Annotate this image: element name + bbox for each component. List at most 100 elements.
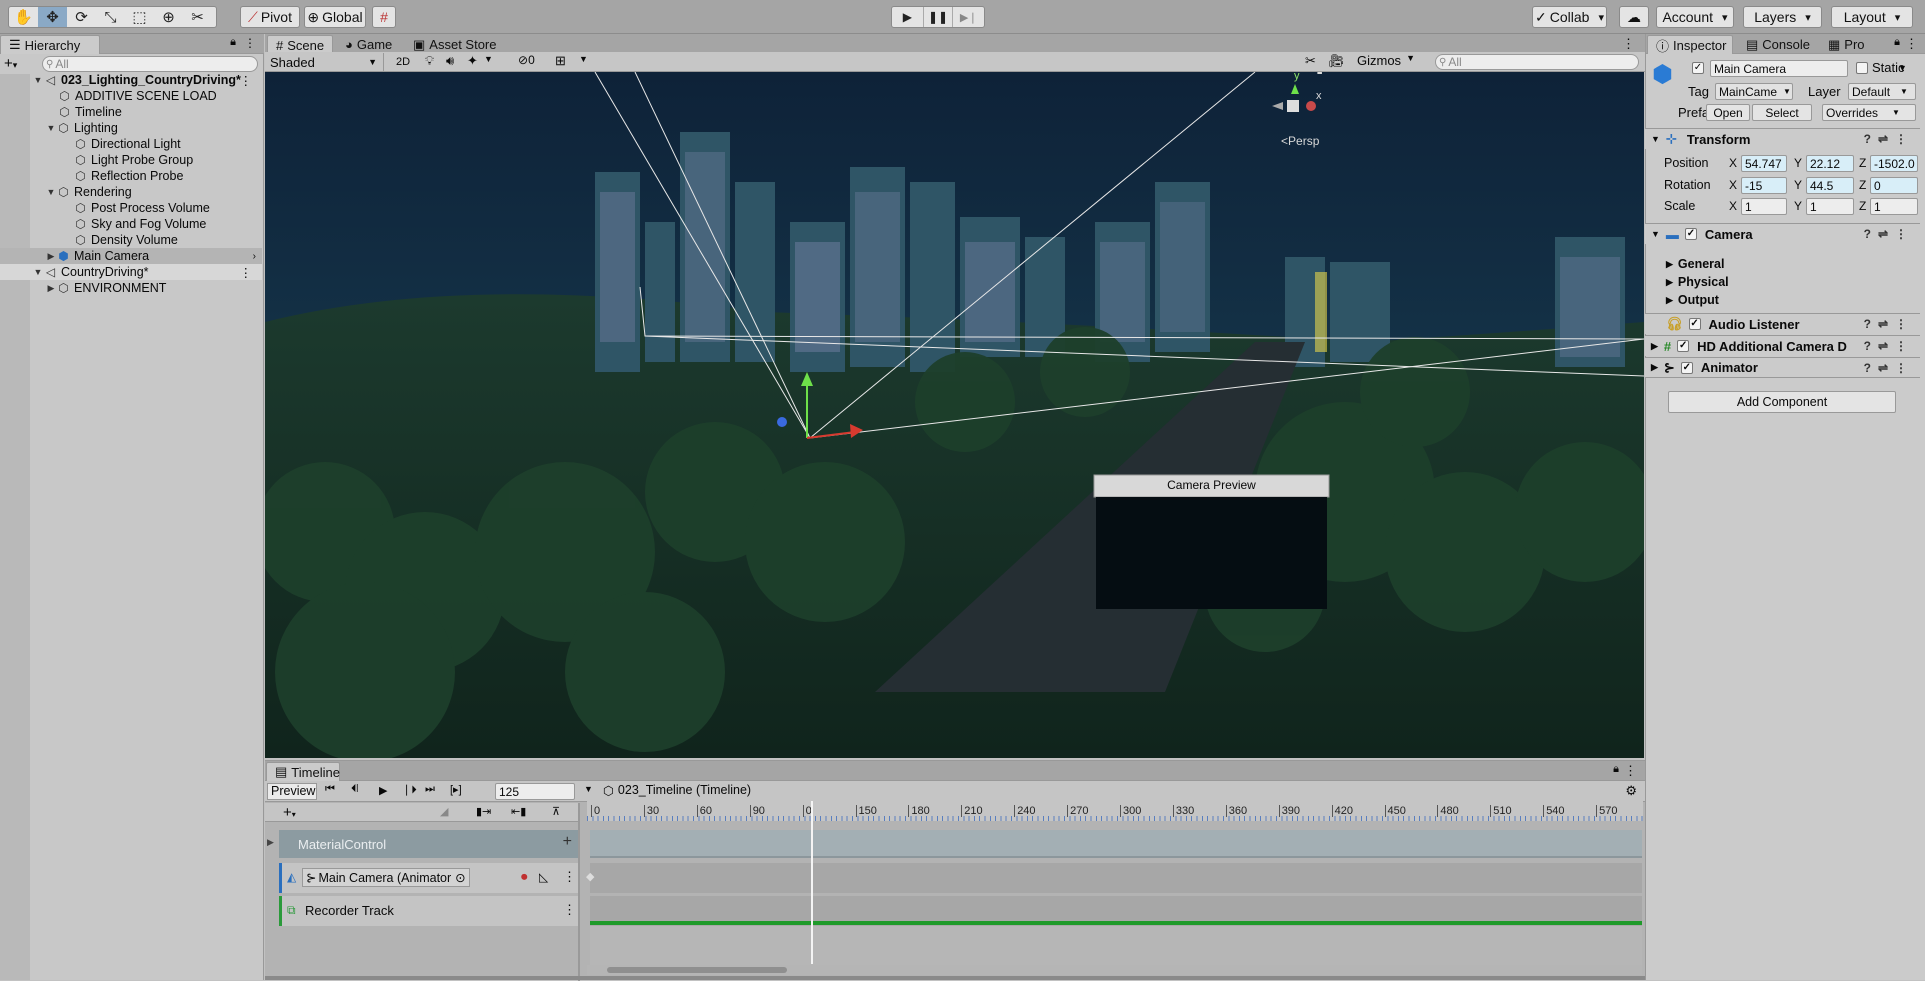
object-name-field[interactable]: Main Camera [1710, 60, 1848, 77]
rotate-tool-icon[interactable]: ⟳ [67, 7, 96, 27]
rotation-z-field[interactable]: 0 [1870, 177, 1918, 194]
grid-toggle-icon[interactable]: ⊞ [555, 53, 566, 69]
position-z-field[interactable]: -1502.0 [1870, 155, 1918, 172]
kebab-menu-icon[interactable]: ⋮ [240, 73, 253, 88]
first-frame-icon[interactable]: ⏮ [325, 783, 335, 796]
expand-down-icon[interactable]: ▼ [45, 187, 57, 197]
kebab-menu-icon[interactable]: ⋮ [1624, 763, 1637, 779]
hd-camera-checkbox[interactable]: ✓ [1677, 340, 1690, 352]
component-actions[interactable]: ?⇌⋮ [1864, 361, 1914, 375]
tab-timeline[interactable]: ▤ Timeline [266, 762, 340, 781]
timeline-ruler[interactable]: 0 30 60 90 0 150 180 210 240 270 300 330 360 390 420 45… [587, 801, 1643, 821]
chevron-right-icon[interactable]: › [253, 251, 256, 262]
list-item[interactable]: ▶ ⬢ Main Camera › [0, 248, 262, 264]
animator-binding-field[interactable]: ⊱ Main Camera (Animator ⊙ [302, 868, 470, 887]
tag-dropdown[interactable]: MainCame ▼ [1715, 83, 1793, 100]
kebab-menu-icon[interactable]: ⋮ [1905, 36, 1918, 52]
list-item[interactable]: ▼ ◁ 023_Lighting_CountryDriving* ⋮ [0, 72, 262, 88]
tab-hierarchy[interactable]: ☰ Hierarchy [0, 35, 100, 54]
frame-field[interactable]: 125 [495, 783, 575, 800]
chevron-down-icon[interactable]: ▼ [1898, 63, 1907, 73]
tab-profiler[interactable]: ▦ Pro [1820, 35, 1882, 54]
pivot-button[interactable]: ⟋ Pivot [240, 6, 300, 28]
add-icon[interactable]: + [563, 833, 572, 851]
lock-icon[interactable]: 🔒︎ [1317, 72, 1322, 77]
list-item[interactable]: ▼ ⬡ Rendering [0, 184, 262, 200]
timeline-horizontal-scrollbar[interactable] [587, 965, 1642, 975]
expand-down-icon[interactable]: ▼ [45, 123, 57, 133]
kebab-menu-icon[interactable]: ⋮ [244, 36, 256, 50]
expand-down-icon[interactable]: ▼ [32, 267, 44, 277]
list-item[interactable]: ▶ ⬡ ENVIRONMENT [0, 280, 262, 296]
hand-tool-icon[interactable]: ✋ [9, 7, 38, 27]
overrides-dropdown[interactable]: Overrides ▼ [1822, 104, 1916, 121]
kebab-menu-icon[interactable]: ⋮ [563, 902, 576, 918]
move-tool-icon[interactable]: ✥ [38, 7, 67, 27]
expand-right-icon[interactable]: ▶ [45, 251, 57, 262]
animator-track-lane[interactable]: ◆ [586, 863, 1642, 893]
list-item[interactable]: ▼ ⬡ Lighting [0, 120, 262, 136]
ripple-mode-icon[interactable]: ▮⇥ [476, 805, 491, 818]
custom-tool-icon[interactable]: ✂ [183, 7, 212, 27]
lock-icon[interactable]: 🔒︎ [1894, 36, 1900, 49]
position-y-field[interactable]: 22.12 [1806, 155, 1854, 172]
pause-icon[interactable]: ❚❚ [922, 7, 954, 27]
curves-icon[interactable]: ◺ [539, 870, 548, 884]
audio-toggle-icon[interactable]: 🔊︎ [446, 53, 454, 69]
rect-tool-icon[interactable]: ⬚ [125, 7, 154, 27]
component-actions[interactable]: ?⇌⋮ [1864, 132, 1914, 146]
animator-checkbox[interactable]: ✓ [1680, 361, 1693, 374]
tab-inspector[interactable]: ⓘ Inspector [1647, 35, 1733, 54]
list-item[interactable]: ⬡ Post Process Volume [0, 200, 262, 216]
shading-mode-dropdown[interactable]: Shaded ▼ [266, 53, 384, 71]
last-frame-icon[interactable]: ⏭ [425, 783, 435, 796]
camera-section-physical[interactable]: ▶ Physical [1666, 275, 1729, 289]
layers-dropdown[interactable]: Layers [1743, 6, 1822, 28]
scrollbar-thumb[interactable] [607, 967, 787, 973]
animator-header[interactable]: ▶ ⊱ ✓ Animator ?⇌⋮ [1645, 357, 1920, 378]
timeline-asset-breadcrumb[interactable]: ⬡ 023_Timeline (Timeline) [603, 783, 751, 798]
kebab-menu-icon[interactable]: ⋮ [1622, 36, 1635, 52]
playhead[interactable] [811, 801, 814, 964]
scene-viewport[interactable]: y x 🔒︎ <Persp Camera Preview [265, 72, 1644, 758]
rotation-y-field[interactable]: 44.5 [1806, 177, 1854, 194]
camera-section-output[interactable]: ▶ Output [1666, 293, 1719, 307]
lock-icon[interactable]: 🔒︎ [1613, 763, 1619, 776]
record-icon[interactable]: ⏺ [521, 869, 528, 885]
lock-icon[interactable]: 🔒︎ [230, 36, 236, 49]
play-icon[interactable]: ▶ [379, 784, 387, 797]
camera-section-general[interactable]: ▶ General [1666, 257, 1724, 271]
transform-all-tool-icon[interactable]: ⊕ [154, 7, 183, 27]
lighting-toggle-icon[interactable]: 💡︎ [425, 53, 434, 69]
effects-toggle-icon[interactable]: ✦ [467, 53, 478, 69]
add-track-button[interactable]: +▾ [283, 804, 296, 821]
list-item[interactable]: ⬡ Density Volume [0, 232, 262, 248]
position-x-field[interactable]: 54.747 [1741, 155, 1787, 172]
gizmos-dropdown[interactable]: Gizmos ▼ [1357, 53, 1417, 68]
prefab-select-button[interactable]: Select [1752, 104, 1812, 121]
recorder-track-header[interactable]: ⧉ Recorder Track ⋮ [279, 896, 578, 926]
next-frame-icon[interactable]: ❘⏵ [402, 783, 417, 797]
z-axis-handle[interactable] [777, 417, 787, 427]
chevron-down-icon[interactable]: ▼ [484, 54, 493, 64]
component-actions[interactable]: ?⇌⋮ [1864, 227, 1914, 241]
camera-settings-icon[interactable]: 🎥︎ [1328, 53, 1345, 69]
active-checkbox[interactable]: ✓ [1692, 62, 1704, 74]
create-button[interactable]: +▾ [4, 55, 30, 73]
static-checkbox[interactable] [1856, 62, 1868, 74]
transform-header[interactable]: ▼ ⊹ Transform ?⇌⋮ [1645, 128, 1920, 149]
list-item[interactable]: ⬡ Reflection Probe [0, 168, 262, 184]
replace-mode-icon[interactable]: ⇤▮ [511, 805, 526, 818]
kebab-menu-icon[interactable]: ⋮ [240, 265, 253, 280]
hierarchy-search-input[interactable]: ⚲ All [42, 56, 258, 72]
camera-header[interactable]: ▼ ▬ ✓ Camera ?⇌⋮ [1645, 223, 1920, 244]
scale-x-field[interactable]: 1 [1741, 198, 1787, 215]
2d-toggle[interactable]: 2D [390, 53, 416, 71]
global-button[interactable]: ⊕ Global [304, 6, 366, 28]
scale-z-field[interactable]: 1 [1870, 198, 1918, 215]
hd-camera-header[interactable]: ▶ # ✓ HD Additional Camera Da ?⇌⋮ [1645, 335, 1920, 356]
prefab-open-button[interactable]: Open [1706, 104, 1750, 121]
snap-icon[interactable]: ⊼ [552, 805, 560, 818]
layout-dropdown[interactable]: Layout [1831, 6, 1913, 28]
tab-console[interactable]: ▤ Console [1738, 35, 1818, 54]
